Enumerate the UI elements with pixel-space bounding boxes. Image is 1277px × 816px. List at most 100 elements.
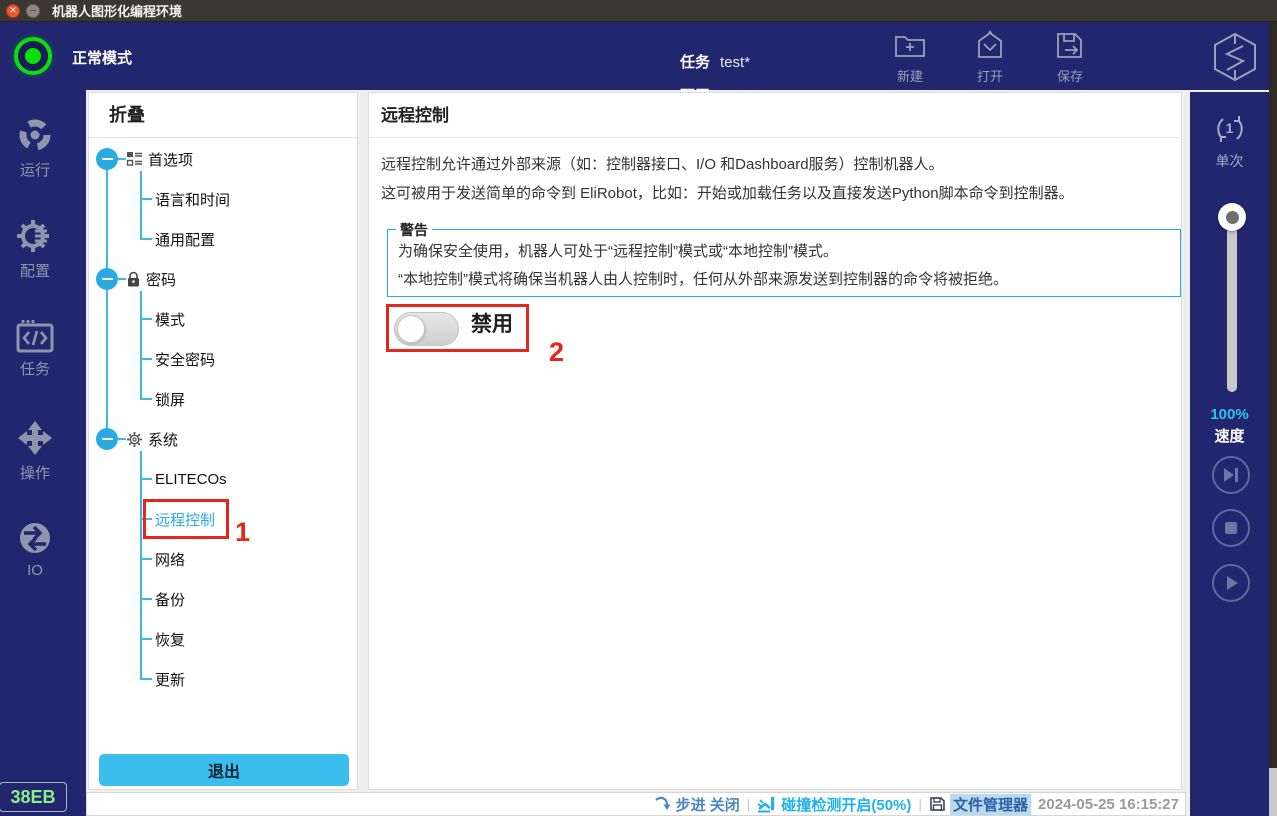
os-titlebar: ✕ ─ 机器人图形化编程环境 [0, 0, 1277, 22]
single-run-button[interactable]: 1 单次 [1190, 110, 1269, 171]
play-icon [1221, 573, 1241, 593]
annotation-box-1 [143, 499, 229, 539]
task-label: 任务 [680, 54, 710, 71]
speed-slider-track[interactable] [1227, 214, 1237, 392]
window-edge [1269, 22, 1277, 768]
mode-green-dot [25, 48, 41, 64]
speed-slider-knob[interactable] [1218, 203, 1246, 231]
tree-line [140, 451, 142, 679]
close-icon[interactable]: ✕ [6, 4, 20, 18]
separator: | [918, 796, 922, 812]
stop-button[interactable] [1212, 509, 1250, 547]
collision-icon [757, 795, 777, 813]
status-bar: 步进 关闭 | 碰撞检测开启(50%) | 文件管理器 2024-05-25 1… [86, 792, 1186, 816]
tree-item-general-config[interactable]: 通用配置 [155, 227, 215, 251]
tree-line [106, 159, 108, 439]
step-forward-button[interactable] [1212, 456, 1250, 494]
step-mode-status[interactable]: 步进 关闭 [654, 794, 740, 815]
collapse-header[interactable]: 折叠 [89, 93, 357, 138]
speed-value: 100% [1190, 406, 1269, 423]
file-manager-button[interactable]: 文件管理器 [929, 794, 1031, 815]
io-swap-icon [15, 518, 55, 558]
new-folder-icon [892, 28, 928, 64]
lock-icon [126, 271, 141, 288]
tree-line [140, 318, 152, 320]
single-label: 单次 [1190, 151, 1269, 171]
floppy-icon [929, 796, 946, 812]
step-arrow-icon [654, 796, 672, 812]
exit-button[interactable]: 退出 [99, 754, 349, 786]
sidebar-item-io[interactable]: IO [0, 518, 70, 579]
tree-item-restore[interactable]: 恢复 [155, 627, 185, 651]
tree-node-system[interactable]: 系统 [96, 425, 178, 453]
open-label: 打开 [977, 69, 1003, 84]
tree-line [140, 678, 152, 680]
run-icon [15, 115, 55, 155]
stop-icon [1222, 519, 1240, 537]
save-task-button[interactable]: 保存 [1038, 28, 1102, 85]
app-header: 正常模式 任务test* 配置default 新建 打开 保存 [0, 22, 1277, 90]
new-task-button[interactable]: 新建 [878, 28, 942, 85]
description-line-2: 这可被用于发送简单的命令到 EliRobot，比如：开始或加载任务以及直接发送P… [381, 179, 1074, 208]
task-row: 任务 test* [680, 51, 750, 72]
collapse-minus-icon[interactable] [96, 148, 118, 170]
tree-line [140, 558, 152, 560]
tree-node-password[interactable]: 密码 [96, 265, 176, 293]
tree-line [140, 291, 142, 399]
elite-robot-logo-icon [1210, 31, 1260, 88]
rail-label: 任务 [20, 361, 50, 378]
new-label: 新建 [897, 69, 923, 84]
sidebar-item-operate[interactable]: 操作 [0, 418, 70, 483]
tree-item-language-time[interactable]: 语言和时间 [155, 187, 230, 211]
page-title: 远程控制 [369, 93, 1181, 138]
separator: | [747, 796, 751, 812]
robot-mode-indicator-icon[interactable] [14, 37, 52, 75]
annotation-number-1: 1 [235, 517, 250, 548]
single-count: 1 [1190, 120, 1269, 136]
mode-label: 正常模式 [72, 47, 132, 68]
sidebar-item-run[interactable]: 运行 [0, 115, 70, 180]
tree-line [140, 398, 152, 400]
gear-icon [126, 431, 143, 448]
preferences-icon [126, 151, 143, 167]
tree-node-preferences[interactable]: 首选项 [96, 145, 193, 173]
warning-legend: 警告 [396, 220, 432, 240]
tree-item-mode[interactable]: 模式 [155, 307, 185, 331]
gear-icon [15, 216, 55, 256]
sidebar-item-config[interactable]: 配置 [0, 216, 70, 281]
rail-label: 配置 [20, 263, 50, 280]
collision-detection-status[interactable]: 碰撞检测开启(50%) [757, 794, 911, 815]
annotation-number-2: 2 [549, 337, 564, 368]
tree-line [140, 238, 152, 240]
right-control-rail: 1 单次 100% 速度 [1190, 92, 1269, 816]
sidebar-item-task[interactable]: 任务 [0, 318, 70, 379]
code-window-icon [15, 318, 55, 354]
tree-line [140, 198, 152, 200]
tree-item-lock-screen[interactable]: 锁屏 [155, 387, 185, 411]
window-edge [1269, 768, 1277, 816]
tree-item-safety-password[interactable]: 安全密码 [155, 347, 215, 371]
tree-item-backup[interactable]: 备份 [155, 587, 185, 611]
status-badge[interactable]: 38EB [0, 782, 67, 812]
tree-node-label: 密码 [146, 269, 176, 290]
annotation-box-2 [386, 304, 529, 352]
save-icon [1052, 28, 1088, 64]
warning-line-1: 为确保安全使用，机器人可处于“远程控制”模式或“本地控制”模式。 [388, 238, 1180, 266]
open-task-button[interactable]: 打开 [958, 28, 1022, 85]
left-nav-rail: 运行 配置 任务 操作 [0, 90, 86, 816]
collapse-minus-icon[interactable] [96, 428, 118, 450]
tree-item-elitecos[interactable]: ELITECOs [155, 467, 227, 491]
collapse-minus-icon[interactable] [96, 268, 118, 290]
rail-label: 操作 [20, 465, 50, 482]
description-line-1: 远程控制允许通过外部来源（如：控制器接口、I/O 和Dashboard服务）控制… [381, 150, 944, 179]
minimize-icon[interactable]: ─ [26, 4, 40, 18]
save-label: 保存 [1057, 69, 1083, 84]
settings-tree-panel: 折叠 首选项 语言和时间 通用配置 密码 模式 安全密码 锁屏 [88, 92, 358, 790]
tree-line [140, 638, 152, 640]
play-button[interactable] [1212, 564, 1250, 602]
tree-item-update[interactable]: 更新 [155, 667, 185, 691]
skip-icon [1220, 465, 1242, 485]
tree-item-network[interactable]: 网络 [155, 547, 185, 571]
task-value: test* [720, 54, 750, 71]
speed-label: 速度 [1190, 425, 1269, 446]
